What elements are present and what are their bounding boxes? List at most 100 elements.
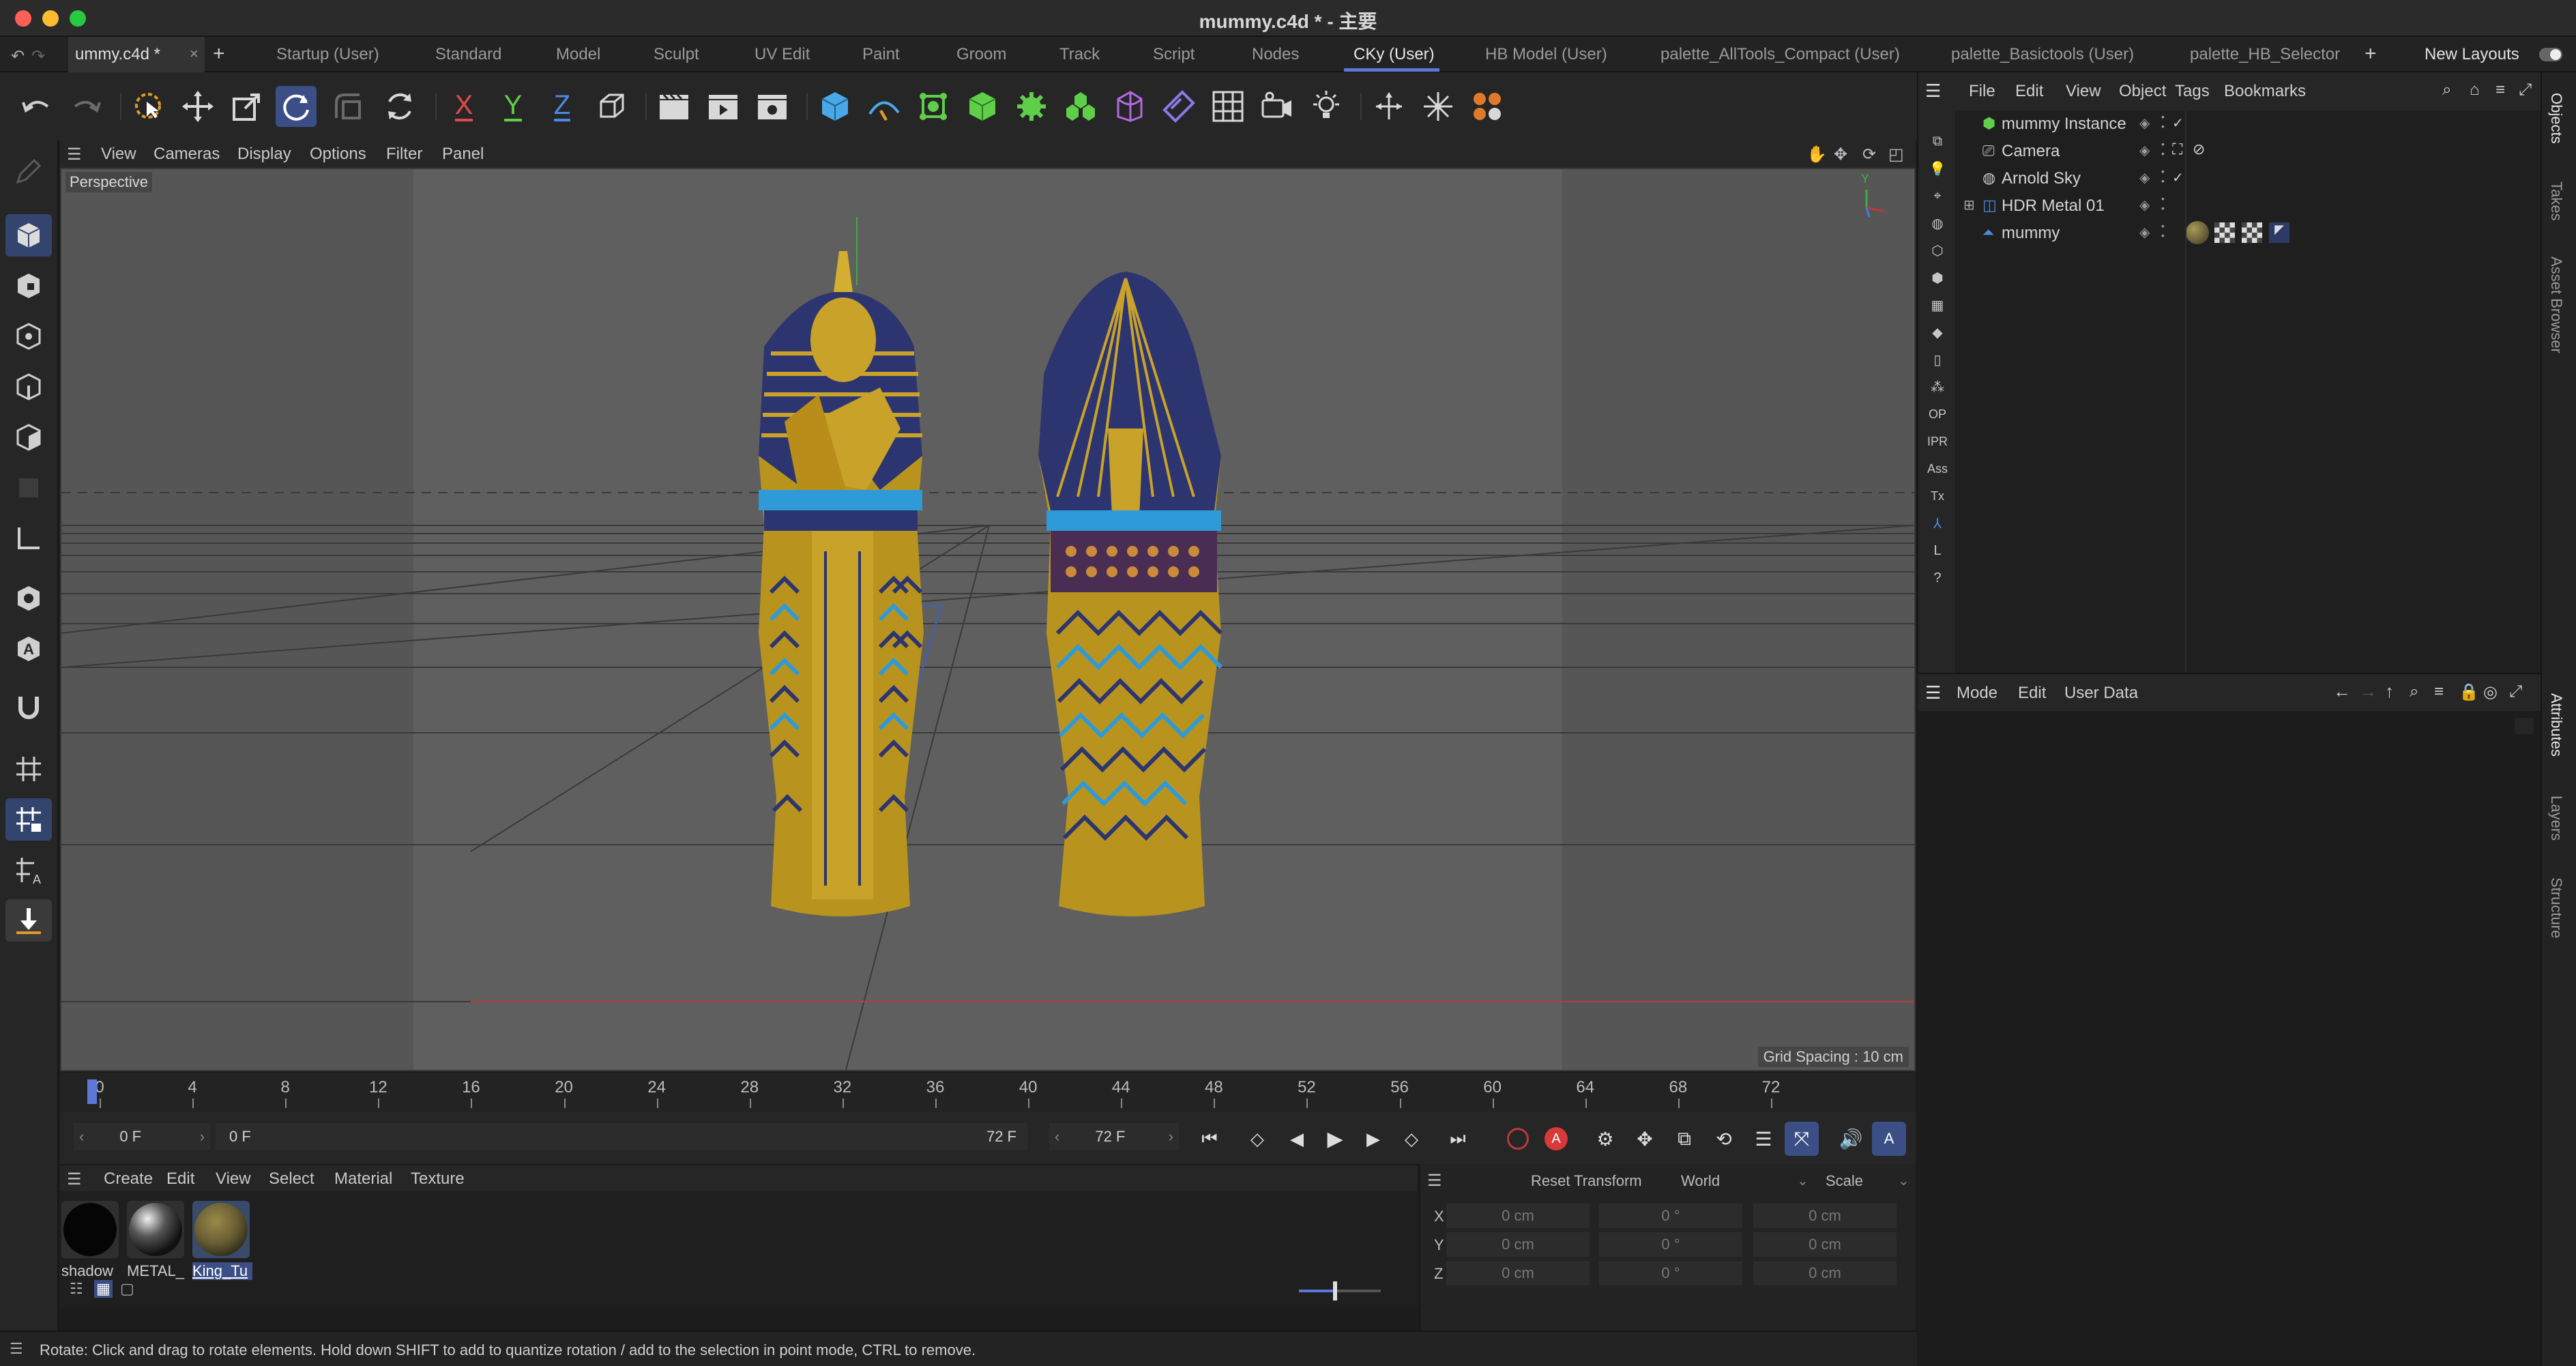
plugin-button[interactable] — [1467, 86, 1508, 127]
large-view-icon[interactable]: ▢ — [120, 1280, 134, 1298]
playhead[interactable] — [87, 1079, 97, 1104]
light-filter-icon[interactable]: 💡 — [1925, 157, 1950, 180]
tab-takes[interactable]: Takes — [2547, 181, 2565, 220]
size-z-field[interactable]: 0 cm — [1753, 1261, 1897, 1285]
y-axis-lock-button[interactable]: Y — [493, 86, 533, 127]
pan-view-icon[interactable]: ✋ — [1806, 145, 1827, 164]
size-x-field[interactable]: 0 cm — [1753, 1204, 1897, 1228]
l-filter[interactable]: L — [1925, 539, 1950, 562]
play-button[interactable]: ▶ — [1318, 1122, 1352, 1156]
help-filter[interactable]: ? — [1925, 566, 1950, 590]
z-axis-lock-button[interactable]: Z — [542, 86, 583, 127]
grid-view-icon[interactable]: ▦ — [94, 1280, 113, 1298]
render-settings-button[interactable] — [752, 86, 793, 127]
checker-tag-icon[interactable] — [2214, 222, 2235, 243]
close-tab-icon[interactable]: × — [190, 45, 199, 63]
layer-icon[interactable]: ◈ — [2139, 115, 2150, 132]
viewport-hamburger-icon[interactable]: ☰ — [67, 145, 82, 164]
visibility-dots[interactable]: • • — [2161, 139, 2165, 158]
undo-icon[interactable]: ↶ — [11, 46, 25, 66]
tab-objects[interactable]: Objects — [2547, 93, 2565, 144]
filter-icon[interactable]: ≡ — [2496, 81, 2505, 100]
rotation-z-field[interactable]: 0 ° — [1599, 1261, 1742, 1285]
next-frame-button[interactable]: ▶ — [1356, 1122, 1390, 1156]
reset-transform-button[interactable]: Reset Transform — [1531, 1172, 1642, 1190]
forward-arrow-icon[interactable]: → — [2359, 681, 2377, 702]
enabled-check-icon[interactable]: ✓ — [2172, 169, 2184, 186]
target-icon[interactable]: ◎ — [2483, 682, 2498, 702]
move-view-icon[interactable]: ✥ — [1834, 145, 1847, 164]
deformer-filter-icon[interactable]: ▦ — [1925, 293, 1950, 317]
tx-filter[interactable]: Tx — [1925, 484, 1950, 508]
objects-menu-object[interactable]: Object — [2119, 82, 2166, 101]
uv-mode-button[interactable] — [5, 467, 52, 509]
prev-frame-button[interactable]: ◀ — [1280, 1122, 1314, 1156]
autokey-button[interactable]: A — [1539, 1122, 1573, 1156]
status-hamburger-icon[interactable]: ☰ — [10, 1340, 23, 1358]
attributes-menu-user-data[interactable]: User Data — [2064, 684, 2138, 703]
position-z-field[interactable]: 0 cm — [1446, 1261, 1590, 1285]
layout-toggle[interactable] — [2539, 48, 2562, 61]
autokey-mode-button[interactable]: A — [1872, 1122, 1906, 1156]
cloner-button[interactable] — [1060, 86, 1101, 127]
visibility-dots[interactable]: • • — [2161, 112, 2165, 131]
back-arrow-icon[interactable]: ← — [2333, 681, 2351, 702]
layer-icon[interactable]: ◈ — [2139, 169, 2150, 186]
material-menu-view[interactable]: View — [216, 1169, 251, 1189]
objects-menu-tags[interactable]: Tags — [2175, 82, 2210, 101]
key-parameter-button[interactable]: ☰ — [1746, 1122, 1781, 1156]
tab-nodes[interactable]: Nodes — [1252, 45, 1299, 64]
tab-cky-user[interactable]: CKy (User) — [1353, 45, 1435, 64]
material-menu-select[interactable]: Select — [269, 1169, 314, 1189]
tab-standard[interactable]: Standard — [435, 45, 501, 64]
position-x-field[interactable]: 0 cm — [1446, 1204, 1590, 1228]
drop-to-floor-button[interactable] — [5, 899, 52, 942]
object-row-arnold-sky[interactable]: ◍ Arnold Sky ◈ • • ✓ — [1955, 165, 2541, 192]
document-filter-icon[interactable]: ▯ — [1925, 348, 1950, 371]
render-view-button[interactable] — [654, 86, 694, 127]
layer-filter-icon[interactable]: ⧉ — [1925, 130, 1950, 153]
object-row-hdr-metal[interactable]: ⊞ ◫ HDR Metal 01 ◈ • • — [1955, 192, 2541, 220]
object-row-mummy-instance[interactable]: ⬢ mummy Instance ◈ • • ✓ — [1955, 111, 2541, 138]
viewport-menu-filter[interactable]: Filter — [386, 145, 422, 164]
preview-range-slider[interactable]: 0 F 72 F — [216, 1123, 1027, 1150]
viewport-menu-cameras[interactable]: Cameras — [153, 145, 220, 164]
tab-groom[interactable]: Groom — [956, 45, 1006, 64]
quantize-button[interactable]: A — [5, 849, 52, 891]
tab-script[interactable]: Script — [1153, 45, 1195, 64]
layer-icon[interactable]: ◈ — [2139, 142, 2150, 159]
annotation-mode-button[interactable]: A — [5, 628, 52, 670]
x-axis-lock-button[interactable]: X — [443, 86, 484, 127]
camera-target-tag-icon[interactable]: ⛶ — [2172, 141, 2182, 158]
up-arrow-icon[interactable]: ↑ — [2385, 681, 2394, 702]
arnold-filter-icon[interactable]: ⅄ — [1925, 512, 1950, 535]
model-mode-button[interactable] — [5, 214, 52, 257]
add-layout-icon[interactable]: + — [2365, 42, 2377, 66]
texture-mode-button[interactable] — [5, 265, 52, 307]
ass-filter[interactable]: Ass — [1925, 457, 1950, 480]
max-frame-field[interactable]: ‹ 72 F › — [1049, 1123, 1179, 1150]
particle-filter-icon[interactable]: ⁂ — [1925, 375, 1950, 398]
sound-button[interactable]: 🔊 — [1834, 1122, 1868, 1156]
enabled-check-icon[interactable]: ✓ — [2172, 115, 2184, 132]
scale-tool-button[interactable] — [226, 86, 267, 127]
material-filter-icon[interactable]: ◆ — [1925, 321, 1950, 344]
goto-start-button[interactable]: ⏮ — [1192, 1122, 1227, 1156]
move-tool-button[interactable] — [177, 86, 218, 127]
filter-icon[interactable]: ≡ — [2434, 682, 2444, 701]
cube-object-button[interactable] — [815, 86, 855, 127]
key-position-button[interactable]: ✥ — [1628, 1122, 1662, 1156]
sphere-filter-icon[interactable]: ◍ — [1925, 212, 1950, 235]
material-hamburger-icon[interactable]: ☰ — [67, 1169, 82, 1189]
modeling-deformer-button[interactable] — [962, 86, 1003, 127]
object-list-divider[interactable] — [2185, 111, 2186, 673]
solo-mode-button[interactable] — [5, 577, 52, 620]
visibility-dots[interactable]: • • — [2161, 194, 2165, 213]
list-view-icon[interactable]: ☷ — [70, 1280, 83, 1298]
edge-mode-button[interactable] — [5, 366, 52, 408]
objects-hamburger-icon[interactable]: ☰ — [1925, 81, 1941, 102]
maximize-view-icon[interactable]: ◰ — [1888, 145, 1904, 164]
rotation-x-field[interactable]: 0 ° — [1599, 1204, 1742, 1228]
object-row-camera[interactable]: ⎚ Camera ◈ • • ⛶ ⊘ — [1955, 138, 2541, 165]
polygon-filter-icon[interactable]: ⬢ — [1925, 266, 1950, 289]
